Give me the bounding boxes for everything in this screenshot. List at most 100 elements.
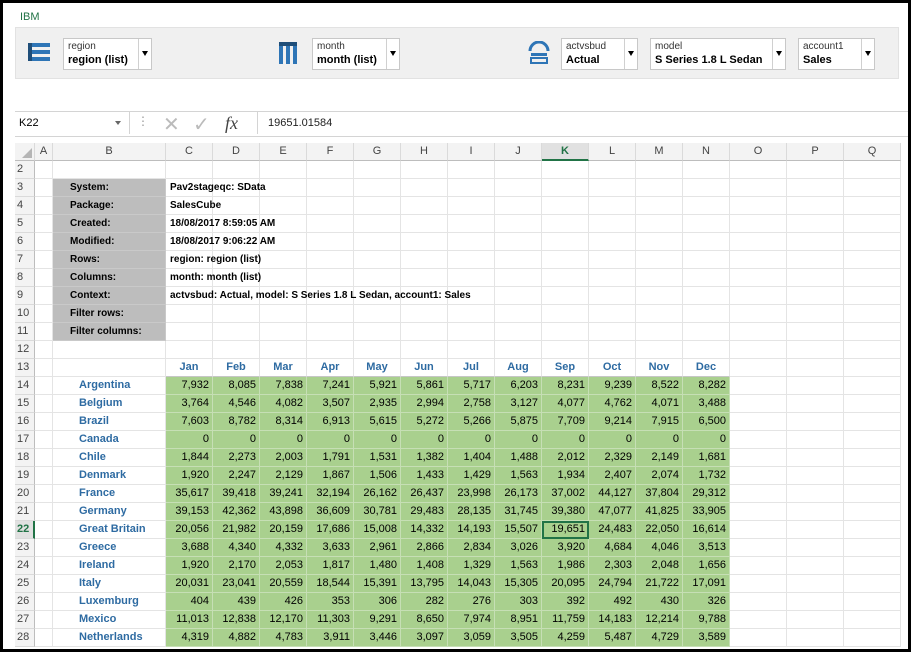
data-cell[interactable]: 426 [260,593,307,611]
data-cell[interactable]: 22,050 [636,521,683,539]
data-cell[interactable]: 39,418 [213,485,260,503]
data-cell[interactable]: 37,002 [542,485,589,503]
grid-cell[interactable] [495,215,542,233]
data-cell[interactable]: 42,362 [213,503,260,521]
grid-cell[interactable] [636,305,683,323]
row-header-2[interactable]: 2 [15,161,35,179]
data-cell[interactable]: 17,091 [683,575,730,593]
data-cell[interactable]: 2,247 [213,467,260,485]
data-cell[interactable]: 1,656 [683,557,730,575]
row-header-8[interactable]: 8 [15,269,35,287]
data-cell[interactable]: 3,026 [495,539,542,557]
grid-cell[interactable] [844,557,901,575]
grid-cell[interactable] [35,233,53,251]
row-header-4[interactable]: 4 [15,197,35,215]
data-cell[interactable]: 8,085 [213,377,260,395]
data-cell[interactable]: 8,314 [260,413,307,431]
column-header-B[interactable]: B [53,143,166,161]
grid-cell[interactable] [730,161,787,179]
column-header-Q[interactable]: Q [844,143,901,161]
grid-cell[interactable] [844,233,901,251]
data-cell[interactable]: 31,745 [495,503,542,521]
grid-cell[interactable] [683,341,730,359]
grid-cell[interactable] [495,233,542,251]
grid-cell[interactable] [589,251,636,269]
grid-cell[interactable] [401,323,448,341]
grid-cell[interactable] [448,161,495,179]
grid-cell[interactable] [354,179,401,197]
grid-cell[interactable] [730,629,787,647]
month-selector[interactable]: month month (list) [312,38,400,70]
grid-cell[interactable] [844,611,901,629]
data-cell[interactable]: 1,329 [448,557,495,575]
row-header-11[interactable]: 11 [15,323,35,341]
data-cell[interactable]: 4,762 [589,395,636,413]
data-cell[interactable]: 326 [683,593,730,611]
grid-cell[interactable] [787,251,844,269]
row-header-22[interactable]: 22 [15,521,35,539]
grid-cell[interactable] [35,521,53,539]
column-header-L[interactable]: L [589,143,636,161]
grid-cell[interactable] [730,215,787,233]
row-header-16[interactable]: 16 [15,413,35,431]
data-cell[interactable]: 4,319 [166,629,213,647]
data-cell[interactable]: 9,291 [354,611,401,629]
data-cell[interactable]: 37,804 [636,485,683,503]
grid-cell[interactable] [307,161,354,179]
data-cell[interactable]: 5,615 [354,413,401,431]
data-cell[interactable]: 3,507 [307,395,354,413]
data-cell[interactable]: 0 [542,431,589,449]
grid-cell[interactable] [166,341,213,359]
data-cell[interactable]: 44,127 [589,485,636,503]
row-header-12[interactable]: 12 [15,341,35,359]
data-cell[interactable]: 4,546 [213,395,260,413]
grid-cell[interactable] [35,593,53,611]
data-cell[interactable]: 392 [542,593,589,611]
grid-cell[interactable] [636,341,683,359]
grid-cell[interactable] [787,377,844,395]
region-selector[interactable]: region region (list) [63,38,152,70]
active-cell[interactable]: 19,651 [542,521,589,539]
grid-cell[interactable] [589,287,636,305]
select-all-corner[interactable] [15,143,35,161]
grid-cell[interactable] [307,323,354,341]
data-cell[interactable]: 0 [166,431,213,449]
row-header-23[interactable]: 23 [15,539,35,557]
grid-cell[interactable] [542,305,589,323]
grid-cell[interactable] [166,161,213,179]
row-header-7[interactable]: 7 [15,251,35,269]
grid-cell[interactable] [730,359,787,377]
grid-cell[interactable] [636,287,683,305]
grid-cell[interactable] [844,269,901,287]
data-cell[interactable]: 4,077 [542,395,589,413]
grid-cell[interactable] [787,485,844,503]
grid-cell[interactable] [787,269,844,287]
grid-cell[interactable] [495,305,542,323]
grid-cell[interactable] [35,575,53,593]
grid-cell[interactable] [354,323,401,341]
account1-selector[interactable]: account1 Sales [798,38,875,70]
grid-cell[interactable] [589,161,636,179]
data-cell[interactable]: 1,934 [542,467,589,485]
grid-cell[interactable] [730,341,787,359]
data-cell[interactable]: 11,759 [542,611,589,629]
column-header-F[interactable]: F [307,143,354,161]
data-cell[interactable]: 2,149 [636,449,683,467]
data-cell[interactable]: 4,729 [636,629,683,647]
data-cell[interactable]: 2,866 [401,539,448,557]
model-selector[interactable]: model S Series 1.8 L Sedan [650,38,786,70]
data-cell[interactable]: 2,758 [448,395,495,413]
data-cell[interactable]: 3,911 [307,629,354,647]
grid-cell[interactable] [35,413,53,431]
chevron-down-icon[interactable] [772,39,785,69]
grid-cell[interactable] [730,251,787,269]
column-header-C[interactable]: C [166,143,213,161]
grid-cell[interactable] [35,197,53,215]
grid-cell[interactable] [636,197,683,215]
grid-cell[interactable] [35,323,53,341]
data-cell[interactable]: 4,783 [260,629,307,647]
data-cell[interactable]: 5,272 [401,413,448,431]
data-cell[interactable]: 0 [495,431,542,449]
grid-cell[interactable] [787,449,844,467]
data-cell[interactable]: 20,559 [260,575,307,593]
